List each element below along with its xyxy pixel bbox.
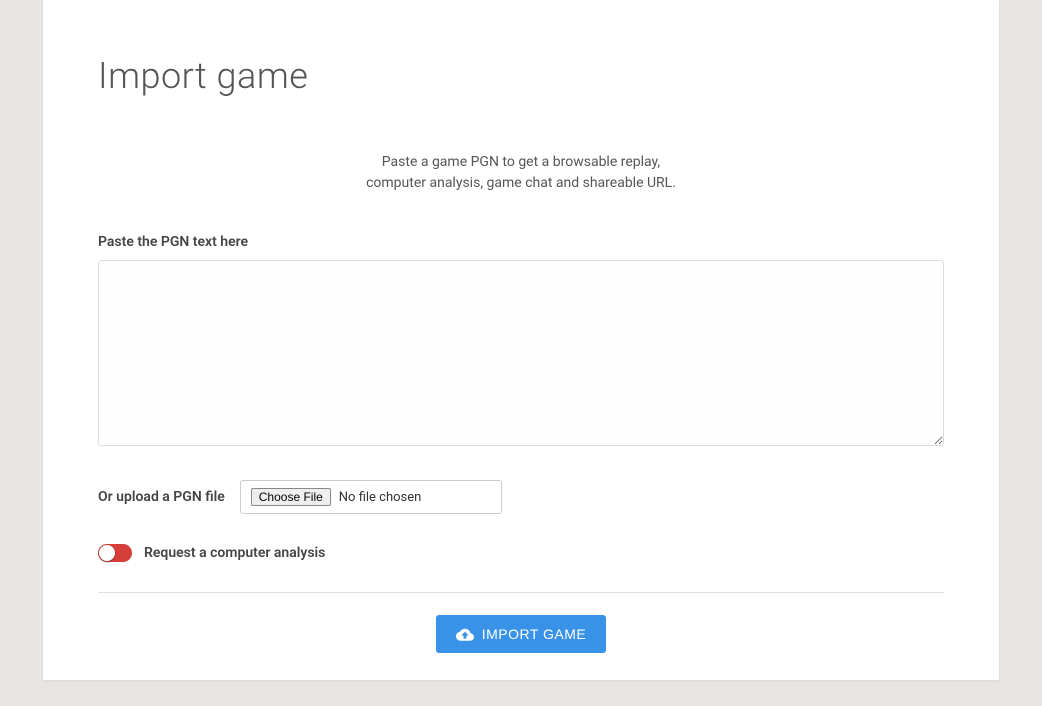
page-title: Import game	[98, 55, 944, 97]
toggle-knob	[99, 545, 115, 561]
submit-row: IMPORT GAME	[98, 615, 944, 653]
cloud-upload-icon	[456, 627, 474, 641]
analysis-toggle-label: Request a computer analysis	[144, 545, 325, 561]
description-block: Paste a game PGN to get a browsable repl…	[98, 152, 944, 194]
upload-label: Or upload a PGN file	[98, 489, 225, 505]
import-game-button-label: IMPORT GAME	[482, 626, 587, 642]
pgn-text-group: Paste the PGN text here	[98, 234, 944, 450]
description-line-1: Paste a game PGN to get a browsable repl…	[98, 152, 944, 173]
import-game-button[interactable]: IMPORT GAME	[436, 615, 607, 653]
pgn-text-label: Paste the PGN text here	[98, 234, 944, 250]
analysis-toggle[interactable]	[98, 544, 132, 562]
description-line-2: computer analysis, game chat and shareab…	[98, 173, 944, 194]
import-game-card: Import game Paste a game PGN to get a br…	[43, 0, 999, 680]
upload-row: Or upload a PGN file Choose File No file…	[98, 480, 944, 514]
pgn-textarea[interactable]	[98, 260, 944, 446]
choose-file-button[interactable]: Choose File	[251, 488, 331, 506]
file-input[interactable]: Choose File No file chosen	[240, 480, 502, 514]
analysis-toggle-row: Request a computer analysis	[98, 544, 944, 562]
form-divider	[98, 592, 944, 593]
file-status-text: No file chosen	[339, 490, 422, 505]
